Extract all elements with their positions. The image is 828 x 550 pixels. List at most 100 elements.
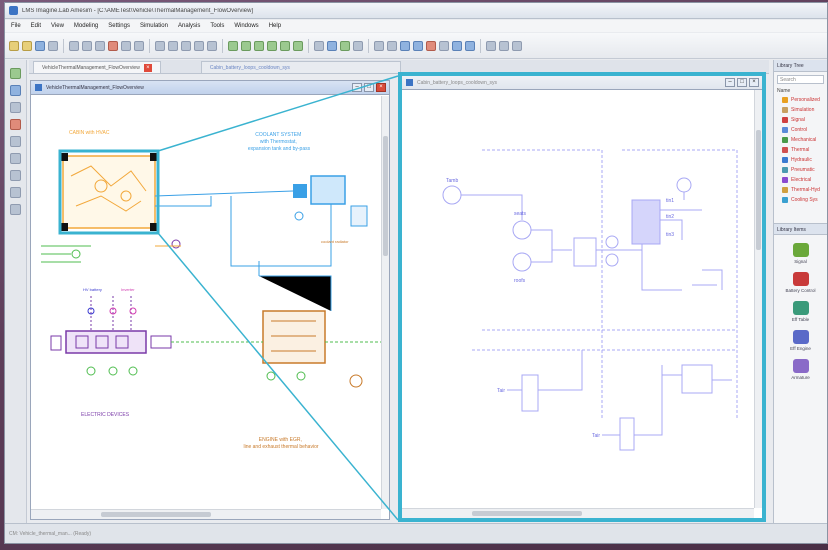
cabin-air-volume[interactable] bbox=[573, 237, 597, 267]
tree-item[interactable]: Electrical bbox=[774, 175, 827, 185]
menu-simulation[interactable]: Simulation bbox=[140, 23, 168, 29]
library-item[interactable]: Signal bbox=[774, 243, 827, 264]
electric-devices-block[interactable] bbox=[65, 330, 147, 354]
image-tool-icon[interactable] bbox=[10, 187, 21, 198]
vertical-scrollbar[interactable] bbox=[754, 90, 762, 508]
menu-tools[interactable]: Tools bbox=[210, 23, 224, 29]
zoom-previous-icon[interactable] bbox=[280, 40, 290, 51]
new-file-icon[interactable] bbox=[9, 40, 19, 51]
tree-item[interactable]: Personalized bbox=[774, 95, 827, 105]
close-icon[interactable]: × bbox=[376, 83, 386, 92]
library-item[interactable]: Eff Table bbox=[774, 301, 827, 322]
coolant-pump-block[interactable] bbox=[293, 184, 307, 198]
tree-item[interactable]: Simulation bbox=[774, 105, 827, 115]
pointer-icon[interactable] bbox=[314, 40, 324, 51]
window-tile-icon[interactable] bbox=[486, 40, 496, 51]
align-icon[interactable] bbox=[155, 40, 165, 51]
overview-canvas[interactable]: CABIN with HVAC COOLANT SYSTEM with Ther… bbox=[31, 96, 381, 509]
print-icon[interactable] bbox=[48, 40, 58, 51]
tree-item[interactable]: Mechanical bbox=[774, 135, 827, 145]
menu-modeling[interactable]: Modeling bbox=[74, 23, 98, 29]
snap-icon[interactable] bbox=[387, 40, 397, 51]
tree-item[interactable]: Signal bbox=[774, 115, 827, 125]
window-cascade-icon[interactable] bbox=[499, 40, 509, 51]
tree-item[interactable]: Hydraulic bbox=[774, 155, 827, 165]
zoom-fit-icon[interactable] bbox=[254, 40, 264, 51]
library-item[interactable]: Armature bbox=[774, 359, 827, 380]
maximize-icon[interactable]: □ bbox=[364, 83, 374, 92]
minimize-icon[interactable]: – bbox=[352, 83, 362, 92]
plot-icon[interactable] bbox=[413, 40, 423, 51]
undo-icon[interactable] bbox=[121, 40, 131, 51]
horizontal-scrollbar[interactable] bbox=[31, 509, 381, 519]
sketch-mode-icon[interactable] bbox=[327, 40, 337, 51]
rectangle-tool-icon[interactable] bbox=[10, 153, 21, 164]
horizontal-scrollbar[interactable] bbox=[402, 508, 754, 518]
menu-view[interactable]: View bbox=[51, 23, 64, 29]
cut-icon[interactable] bbox=[69, 40, 79, 51]
tab-cabin-loops[interactable]: Cabin_battery_loops_cooldown_sys bbox=[200, 61, 401, 73]
menu-windows[interactable]: Windows bbox=[234, 23, 258, 29]
run-icon[interactable] bbox=[400, 40, 410, 51]
tree-item[interactable]: Control bbox=[774, 125, 827, 135]
selection-handle[interactable] bbox=[150, 223, 158, 231]
scroll-thumb[interactable] bbox=[383, 136, 388, 256]
cabin-block[interactable] bbox=[62, 155, 156, 229]
lower-control-block[interactable] bbox=[619, 417, 635, 451]
grid-icon[interactable] bbox=[374, 40, 384, 51]
bus-connector-block[interactable] bbox=[150, 335, 172, 349]
shape-icon[interactable] bbox=[10, 119, 21, 130]
tab-flow-overview[interactable]: VehicleThermalManagement_FlowOverview × bbox=[33, 61, 161, 73]
hvac-module-block[interactable] bbox=[631, 199, 661, 245]
library-item[interactable]: Battery Control bbox=[774, 272, 827, 293]
save-icon[interactable] bbox=[35, 40, 45, 51]
menu-analysis[interactable]: Analysis bbox=[178, 23, 200, 29]
redo-icon[interactable] bbox=[134, 40, 144, 51]
tree-item[interactable]: Thermal bbox=[774, 145, 827, 155]
cabin-submodel-window[interactable]: Cabin_battery_loops_cooldown_sys – □ × T… bbox=[398, 72, 766, 522]
close-tab-icon[interactable]: × bbox=[143, 63, 152, 72]
gear-icon[interactable] bbox=[439, 40, 449, 51]
zoom-in-icon[interactable] bbox=[228, 40, 238, 51]
menu-file[interactable]: File bbox=[11, 23, 21, 29]
bus-block[interactable] bbox=[50, 335, 62, 351]
help-icon[interactable] bbox=[465, 40, 475, 51]
library-icon[interactable] bbox=[10, 68, 21, 79]
maximize-icon[interactable]: □ bbox=[737, 78, 747, 87]
zoom-window-icon[interactable] bbox=[267, 40, 277, 51]
parameter-mode-icon[interactable] bbox=[353, 40, 363, 51]
text-tool-icon[interactable] bbox=[10, 136, 21, 147]
component-icon[interactable] bbox=[10, 85, 21, 96]
cabin-window-titlebar[interactable]: Cabin_battery_loops_cooldown_sys – □ × bbox=[402, 76, 762, 90]
window-list-icon[interactable] bbox=[512, 40, 522, 51]
scroll-thumb[interactable] bbox=[756, 130, 761, 250]
overview-window-titlebar[interactable]: VehicleThermalManagement_FlowOverview – … bbox=[31, 81, 389, 95]
mirror-icon[interactable] bbox=[181, 40, 191, 51]
tree-item[interactable]: Thermal-Hyd bbox=[774, 185, 827, 195]
selection-handle[interactable] bbox=[150, 153, 158, 161]
menu-help[interactable]: Help bbox=[269, 23, 281, 29]
scroll-thumb[interactable] bbox=[101, 512, 211, 517]
arrow-tool-icon[interactable] bbox=[10, 204, 21, 215]
selection-handle[interactable] bbox=[60, 153, 68, 161]
ungroup-icon[interactable] bbox=[207, 40, 217, 51]
scroll-thumb[interactable] bbox=[472, 511, 582, 516]
bottom-sensor-block[interactable] bbox=[521, 374, 539, 412]
ellipse-tool-icon[interactable] bbox=[10, 170, 21, 181]
vertical-scrollbar[interactable] bbox=[381, 96, 389, 509]
paste-icon[interactable] bbox=[95, 40, 105, 51]
mixer-block[interactable] bbox=[681, 364, 713, 394]
library-item[interactable]: Eff Engine bbox=[774, 330, 827, 351]
table-icon[interactable] bbox=[452, 40, 462, 51]
group-icon[interactable] bbox=[194, 40, 204, 51]
menu-edit[interactable]: Edit bbox=[31, 23, 41, 29]
expansion-tank-block[interactable] bbox=[350, 205, 368, 227]
close-icon[interactable]: × bbox=[749, 78, 759, 87]
radiator-block[interactable] bbox=[310, 175, 346, 205]
copy-icon[interactable] bbox=[82, 40, 92, 51]
overview-sketch-window[interactable]: VehicleThermalManagement_FlowOverview – … bbox=[30, 80, 390, 520]
zoom-out-icon[interactable] bbox=[241, 40, 251, 51]
open-folder-icon[interactable] bbox=[22, 40, 32, 51]
cabin-canvas[interactable]: Tamb seats roofs tin1 tin2 tin3 Tair Tai… bbox=[402, 90, 754, 508]
menu-settings[interactable]: Settings bbox=[108, 23, 130, 29]
